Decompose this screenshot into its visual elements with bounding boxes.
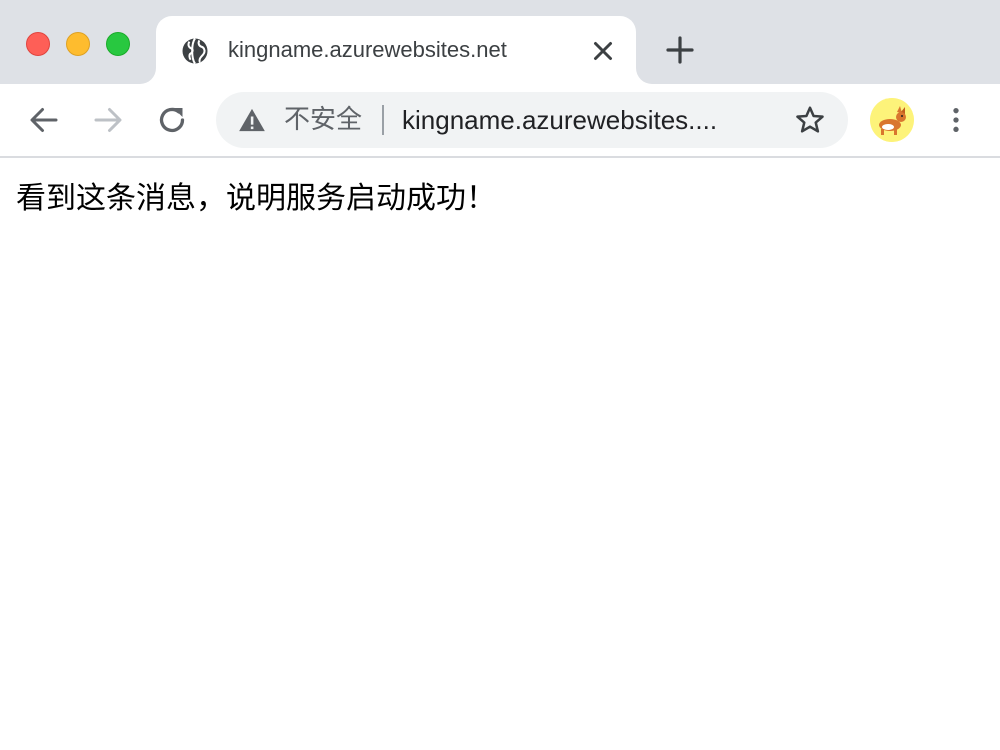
arrow-right-icon[interactable] [90,102,126,138]
plus-icon[interactable] [664,34,696,66]
corgi-avatar-icon [870,98,914,142]
page-message: 看到这条消息，说明服务启动成功！ [16,181,496,216]
security-status-label[interactable]: 不安全 [284,105,362,135]
close-icon[interactable] [588,36,618,66]
window-minimize-button[interactable] [66,32,90,56]
omnibox-divider [382,105,384,135]
toolbar: 不安全 kingname.azurewebsites.... [0,84,1000,158]
page-content: 看到这条消息，说明服务启动成功！ [0,158,1000,750]
address-bar[interactable]: 不安全 kingname.azurewebsites.... [216,92,848,148]
tab-strip: kingname.azurewebsites.net [0,0,1000,84]
window-zoom-button[interactable] [106,32,130,56]
star-icon[interactable] [794,104,826,136]
browser-window: kingname.azurewebsites.net 不安全 kingname.… [0,0,1000,750]
tab-active[interactable]: kingname.azurewebsites.net [156,16,636,84]
tab-title: kingname.azurewebsites.net [228,37,507,62]
warning-icon[interactable] [238,106,266,134]
reload-icon[interactable] [154,102,190,138]
kebab-menu-icon[interactable] [940,102,972,138]
profile-avatar[interactable] [870,98,914,142]
url-text[interactable]: kingname.azurewebsites.... [402,104,717,136]
window-close-button[interactable] [26,32,50,56]
globe-icon [182,37,208,65]
arrow-left-icon[interactable] [26,102,62,138]
